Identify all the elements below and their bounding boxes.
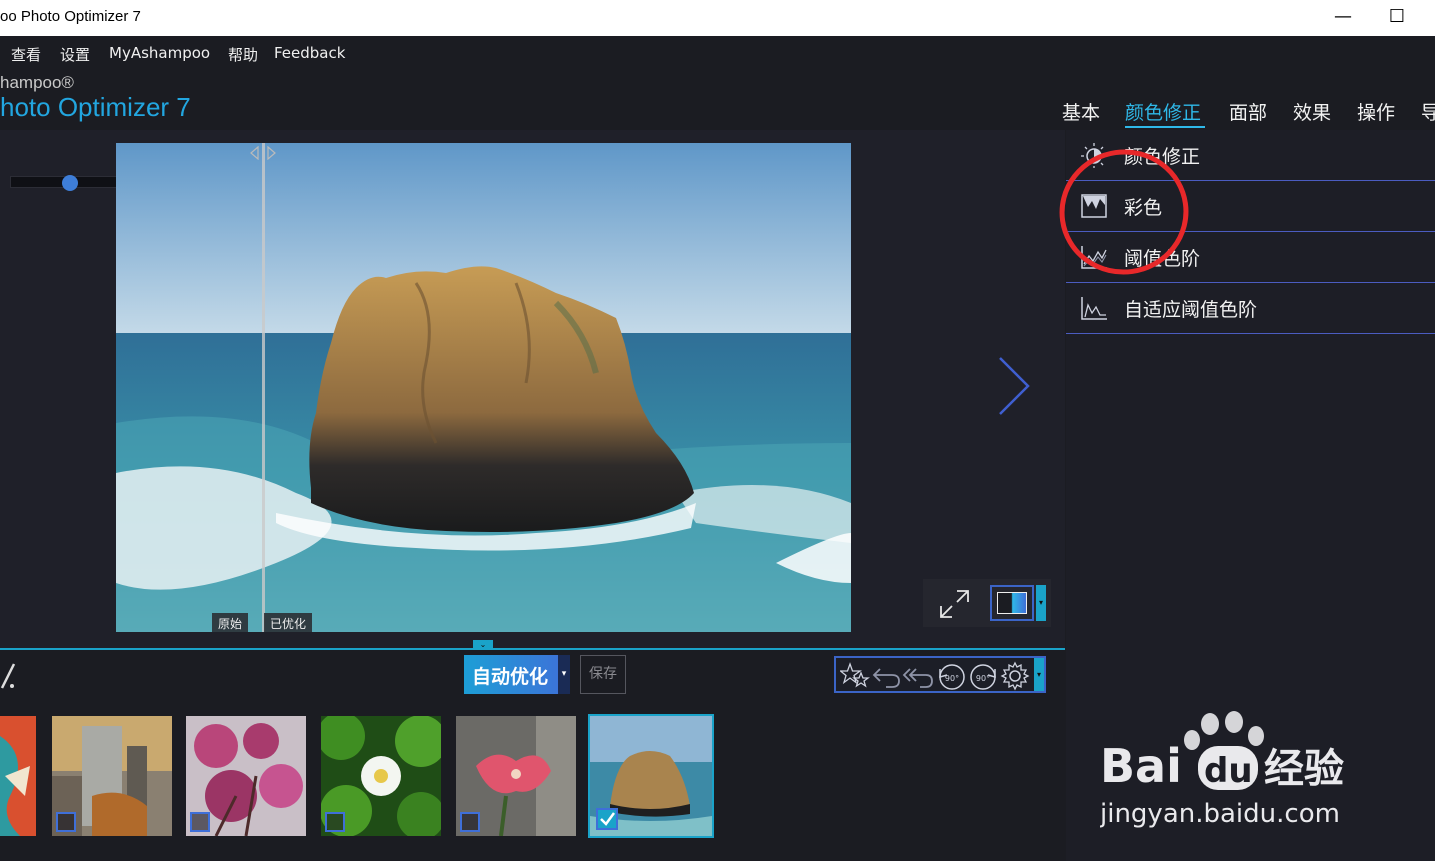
active-tab-indicator bbox=[1125, 126, 1205, 128]
save-button[interactable]: 保存 bbox=[580, 655, 626, 694]
undo-icon[interactable] bbox=[872, 661, 902, 689]
baidu-watermark-logo: Bai du 经验 jingyan.baidu.com bbox=[1099, 711, 1344, 829]
thumbnail-rock-in-sea[interactable] bbox=[588, 714, 714, 838]
thumbnail-pink-blossoms[interactable] bbox=[186, 716, 306, 836]
rotate-left-label: 90° bbox=[945, 674, 959, 683]
main-photo bbox=[116, 143, 851, 632]
rotate-right-90-icon[interactable]: 90° bbox=[967, 661, 999, 691]
edit-toolbox: 90° 90° ▾ bbox=[834, 656, 1046, 693]
stars-icon[interactable] bbox=[840, 661, 870, 689]
compare-divider[interactable] bbox=[262, 143, 265, 632]
panel-item-adaptive-threshold[interactable]: 自适应阈值色阶 bbox=[1066, 283, 1435, 334]
annotation-circle bbox=[1059, 149, 1189, 275]
baidu-watermark: Bai du 经验 jingyan.baidu.com bbox=[1099, 710, 1360, 840]
fullscreen-icon[interactable] bbox=[937, 587, 973, 621]
settings-icon[interactable] bbox=[1000, 661, 1030, 691]
title-bar: oo Photo Optimizer 7 — ☐ bbox=[0, 0, 1435, 36]
rotate-left-90-icon[interactable]: 90° bbox=[936, 661, 968, 691]
thumbnail-abstract-art[interactable] bbox=[0, 716, 36, 836]
compare-mode-dropdown[interactable]: ▾ bbox=[1036, 585, 1046, 621]
adaptive-threshold-icon bbox=[1081, 297, 1107, 320]
watermark-bai: Bai bbox=[1100, 739, 1182, 793]
thumbnail-white-flower[interactable] bbox=[321, 716, 441, 836]
thumbnail-checkbox-checked[interactable] bbox=[596, 808, 618, 830]
thumbnail-image bbox=[0, 716, 36, 836]
thumbnail-city-buildings[interactable] bbox=[52, 716, 172, 836]
next-image-arrow-icon[interactable] bbox=[996, 356, 1032, 416]
panel-item-label: 自适应阈值色阶 bbox=[1124, 299, 1258, 321]
label-optimized: 已优化 bbox=[264, 613, 313, 632]
auto-optimize-dropdown[interactable]: ▾ bbox=[558, 655, 570, 694]
minimize-button[interactable]: — bbox=[1328, 4, 1358, 32]
photo-rock-in-sea bbox=[116, 143, 851, 632]
rotate-right-label: 90° bbox=[976, 674, 990, 683]
auto-optimize-button[interactable]: 自动优化 bbox=[464, 655, 570, 694]
tab-effects[interactable]: 效果 bbox=[1293, 98, 1331, 125]
maximize-button[interactable]: ☐ bbox=[1382, 4, 1412, 32]
tab-operations[interactable]: 操作 bbox=[1357, 98, 1395, 125]
magic-wand-icon[interactable] bbox=[0, 660, 18, 690]
thumbnail-checkbox[interactable] bbox=[325, 812, 345, 832]
menu-feedback[interactable]: Feedback bbox=[274, 44, 345, 62]
menu-view[interactable]: 查看 bbox=[11, 44, 41, 65]
brand-product: hoto Optimizer 7 bbox=[0, 92, 191, 122]
label-original: 原始 bbox=[212, 613, 249, 632]
zoom-slider-knob[interactable] bbox=[62, 175, 78, 191]
menu-help[interactable]: 帮助 bbox=[228, 44, 258, 65]
view-tools: ▾ bbox=[923, 579, 1051, 627]
menu-settings[interactable]: 设置 bbox=[60, 44, 90, 65]
toolbox-dropdown[interactable]: ▾ bbox=[1034, 658, 1044, 691]
thumbnail-checkbox[interactable] bbox=[190, 812, 210, 832]
compare-mode-button[interactable] bbox=[990, 585, 1034, 621]
menu-bar: 查看 设置 MyAshampoo 帮助 Feedback bbox=[0, 36, 1435, 70]
watermark-jingyan: 经验 bbox=[1264, 746, 1344, 792]
menu-myashampoo[interactable]: MyAshampoo bbox=[109, 44, 210, 62]
tab-color-correction[interactable]: 颜色修正 bbox=[1125, 98, 1201, 125]
undo-all-icon[interactable] bbox=[902, 661, 934, 689]
thumbnail-pink-flower[interactable] bbox=[456, 716, 576, 836]
watermark-du: du bbox=[1204, 751, 1253, 791]
brand-company: hampoo® bbox=[0, 73, 74, 92]
watermark-url: jingyan.baidu.com bbox=[1100, 799, 1340, 829]
thumbnail-checkbox[interactable] bbox=[56, 812, 76, 832]
tab-basic[interactable]: 基本 bbox=[1062, 98, 1100, 125]
tab-export[interactable]: 导 bbox=[1421, 98, 1435, 125]
thumbnail-checkbox[interactable] bbox=[460, 812, 480, 832]
tab-face[interactable]: 面部 bbox=[1229, 98, 1267, 125]
checkmark-icon bbox=[600, 812, 616, 826]
divider-handle-icon[interactable] bbox=[248, 146, 278, 160]
window-title: oo Photo Optimizer 7 bbox=[0, 8, 141, 25]
